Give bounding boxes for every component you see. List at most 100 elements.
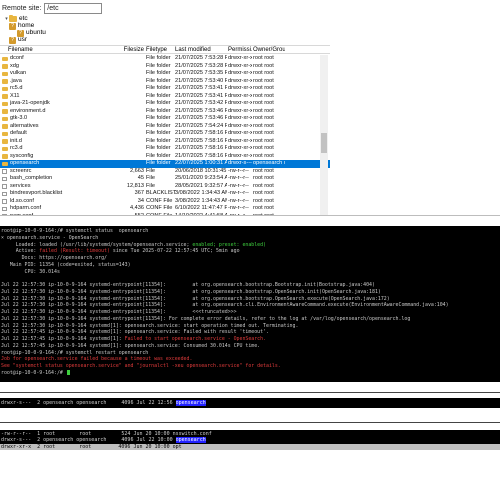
- file-permissions: -rw-r--r--: [228, 190, 249, 196]
- file-permissions: drwxr-xr-x: [228, 70, 252, 76]
- file-row[interactable]: xdg File folder 21/07/2025 7:53:28 PMdrwxr…: [0, 63, 330, 71]
- column-permissions[interactable]: Permissi...: [228, 46, 252, 54]
- file-row[interactable]: java-21-openjdk File folder 21/07/2025 7:5…: [0, 100, 330, 108]
- file-name: init.d: [10, 137, 22, 144]
- file-name: rc5.d: [10, 85, 23, 91]
- file-owner: root root: [253, 197, 274, 204]
- file-type: File folder: [146, 130, 171, 136]
- tree-node[interactable]: ? usr: [4, 36, 27, 44]
- file-modified: 20/06/2018 10:31:45 AM: [175, 167, 227, 174]
- file-row[interactable]: alternatives File folder 21/07/2025 7:54:2…: [0, 123, 330, 131]
- file-permissions: drwxr-xr-x: [228, 55, 252, 61]
- file-row[interactable]: default File folder 21/07/2025 7:58:16 PMd…: [0, 130, 330, 138]
- file-name: bindresvport.blacklist: [10, 190, 63, 196]
- file-permissions: drwxr-xr-x: [228, 122, 252, 129]
- folder-icon: [2, 64, 8, 69]
- terminal-line: Jul 22 12:57:30 ip-10-0-9-164 systemd-en…: [1, 315, 411, 322]
- file-modified: 21/07/2025 7:58:16 PM: [175, 130, 227, 136]
- file-name: opensearch: [10, 160, 40, 166]
- listing-row-text: drwxr-xr-x 2 root root 4096 Jun 20 10:00…: [1, 443, 182, 450]
- file-permissions: drwxr-xr-x: [228, 137, 252, 144]
- file-row[interactable]: services 12,813File 28/05/2021 9:32:57 AM-…: [0, 183, 330, 191]
- file-permissions: -rw-r--r--: [228, 167, 249, 174]
- file-modified: 21/07/2025 7:58:16 PM: [175, 145, 227, 151]
- file-permissions: drwxr-s---: [228, 160, 252, 166]
- file-row[interactable]: rc5.d File folder 21/07/2025 7:53:41 PMdrw…: [0, 85, 330, 93]
- column-filename[interactable]: Filename: [8, 46, 116, 54]
- file-modified: 21/07/2025 7:53:46 PM: [175, 107, 227, 114]
- column-last-modified[interactable]: Last modified: [175, 46, 227, 54]
- file-row[interactable]: hdparm.conf 4,436 CONF File 6/10/2022 11:47…: [0, 205, 330, 213]
- terminal-line: root@ip-10-0-9-164:/# systemctl restart …: [1, 349, 149, 356]
- file-row[interactable]: screenrc 2,663File 20/06/2018 10:31:45 AM-…: [0, 168, 330, 176]
- file-row[interactable]: pam.conf 552CONF File14/10/2022 4:41:58 A…: [0, 212, 330, 216]
- file-owner: root root: [253, 137, 274, 144]
- file-type: File folder: [146, 122, 171, 129]
- file-type: File folder: [146, 62, 171, 69]
- file-type: File: [146, 167, 156, 174]
- file-row[interactable]: bindresvport.blacklist 367BLACKLIST ...3/…: [0, 190, 330, 198]
- file-type: File folder: [146, 107, 171, 114]
- file-owner: root root: [253, 122, 274, 129]
- file-owner: root root: [253, 212, 274, 216]
- listing-row-highlight: opensearch: [175, 437, 206, 444]
- terminal-line: CPU: 30.014s: [1, 268, 60, 275]
- scrollbar-thumb[interactable]: [321, 133, 327, 153]
- terminal-line: Jul 22 12:57:45 ip-10-0-9-164 systemd[1]…: [1, 329, 269, 336]
- listing-row[interactable]: -rw-r--r-- 1 root root 524 Jun 20 10:00 …: [1, 431, 212, 437]
- file-row[interactable]: sysconfig File folder 21/07/2025 7:58:16 P…: [0, 153, 330, 161]
- terminal-window[interactable]: root@ip-10-0-9-164:/# systemctl status o…: [0, 226, 500, 382]
- terminal-line: Active: failed (Result: timeout) since T…: [1, 248, 240, 255]
- file-owner: root root: [253, 145, 274, 151]
- file-owner: root root: [253, 175, 274, 181]
- file-name: pam.conf: [10, 212, 34, 216]
- failed-to-start-text: Failed to start opensearch.service - Ope…: [124, 336, 267, 342]
- terminal-line: Docs: https://opensearch.org/: [1, 255, 107, 261]
- status-failed-text: failed (Result: timeout): [39, 248, 110, 255]
- file-name: X11: [10, 92, 20, 99]
- file-size: 45: [137, 175, 144, 181]
- file-row[interactable]: dconf File folder 21/07/2025 7:53:28 PMdrw…: [0, 55, 330, 63]
- file-modified: 22/07/2025 1:00:31 AM: [175, 160, 227, 166]
- file-row[interactable]: vulkan File folder 21/07/2025 7:53:35 PMdr…: [0, 70, 330, 78]
- remote-site-input[interactable]: /etc: [44, 2, 103, 14]
- file-row[interactable]: init.d File folder 21/07/2025 7:58:16 PMdr…: [0, 138, 330, 146]
- file-row[interactable]: .java File folder 21/07/2025 7:53:40 PMdrw…: [0, 78, 330, 86]
- listing-row-text: drwxr-s--- 2 opensearch opensearch 4096 …: [1, 437, 176, 444]
- file-list-scrollbar[interactable]: [320, 55, 328, 215]
- folder-icon: [2, 146, 8, 151]
- tree-node-label: usr: [18, 36, 28, 43]
- file-icon: [2, 169, 7, 174]
- file-name: environment.d: [10, 107, 46, 114]
- file-modified: 21/07/2025 7:58:16 PM: [175, 137, 227, 144]
- file-permissions: drwxr-xr-x: [228, 100, 252, 106]
- terminal-line: Job for opensearch.service failed becaus…: [1, 356, 193, 363]
- listing-row[interactable]: drwxr-s--- 2 opensearch opensearch 4096 …: [1, 437, 206, 444]
- column-owner-group[interactable]: Owner/Group: [253, 46, 285, 54]
- file-row[interactable]: ld.so.conf 34 CONF File 3/08/2022 1:34:43 A…: [0, 198, 330, 206]
- column-filesize[interactable]: Filesize: [114, 46, 144, 54]
- pane-divider: [0, 392, 500, 393]
- file-row[interactable]: X11 File folder 21/07/2025 7:53:41 PMdrwxr…: [0, 93, 330, 101]
- file-name: java-21-openjdk: [10, 100, 50, 106]
- file-row[interactable]: opensearch File folder 22/07/2025 1:00:31 …: [0, 160, 330, 168]
- file-icon: [2, 199, 7, 204]
- file-name: alternatives: [10, 122, 39, 129]
- column-filetype[interactable]: Filetype: [146, 46, 176, 54]
- listing-row[interactable]: drwxr-xr-x 2 root root 4096 Jun 20 10:00…: [0, 443, 500, 450]
- file-row[interactable]: rc3.d File folder 21/07/2025 7:58:16 PMdrw…: [0, 145, 330, 153]
- listing-row[interactable]: drwxr-s--- 2 opensearch opensearch 4096 …: [1, 400, 206, 406]
- folder-icon: [2, 86, 8, 91]
- file-row[interactable]: environment.d File folder 21/07/2025 7:53:…: [0, 108, 330, 116]
- folder-icon: [2, 124, 8, 129]
- file-type: CONF File: [146, 212, 173, 216]
- file-owner: root root: [253, 205, 274, 211]
- file-type: File folder: [146, 160, 171, 166]
- file-name: rc3.d: [10, 145, 23, 151]
- file-modified: 21/07/2025 7:53:46 PM: [175, 115, 227, 121]
- file-owner: root root: [253, 62, 274, 69]
- file-name: ld.so.conf: [10, 197, 34, 204]
- file-row[interactable]: gtk-3.0 File folder 21/07/2025 7:53:46 PMd…: [0, 115, 330, 123]
- file-row[interactable]: bash_completion 45 File 25/01/2020 9:23:54 …: [0, 175, 330, 183]
- file-size: 34: [137, 197, 144, 204]
